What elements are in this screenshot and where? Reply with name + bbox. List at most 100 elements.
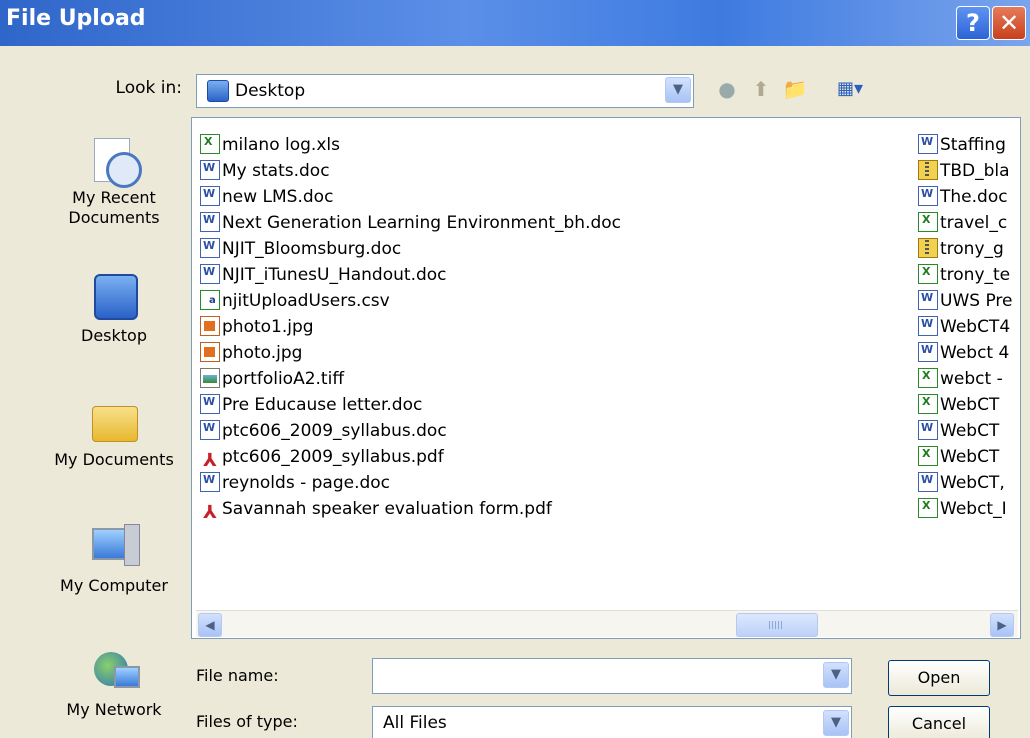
list-item[interactable]: My stats.doc [200, 158, 330, 184]
list-item[interactable]: The.doc [918, 184, 1008, 210]
look-in-label: Look in: [115, 78, 182, 98]
list-item[interactable]: portfolioA2.tiff [200, 366, 344, 392]
list-item[interactable]: WebCT4 [918, 314, 1010, 340]
zip-folder-icon [918, 160, 938, 180]
horizontal-scrollbar[interactable]: ◀ ▶ [196, 610, 1018, 637]
excel-file-icon [918, 368, 938, 388]
list-item[interactable]: Pre Educause letter.doc [200, 392, 422, 418]
place-my-recent-documents[interactable]: My Recent Documents [46, 134, 182, 228]
scroll-thumb[interactable] [736, 613, 818, 637]
list-item[interactable]: trony_te [918, 262, 1010, 288]
csv-file-icon [200, 290, 220, 310]
place-label: My Recent Documents [68, 188, 160, 227]
list-item[interactable]: milano log.xls [200, 132, 340, 158]
word-file-icon [918, 420, 938, 440]
list-item[interactable]: ptc606_2009_syllabus.doc [200, 418, 447, 444]
list-item[interactable]: WebCT, [918, 470, 1005, 496]
list-item[interactable]: webct - [918, 366, 1003, 392]
scroll-left-icon[interactable]: ◀ [198, 613, 222, 637]
zip-folder-icon [918, 238, 938, 258]
files-of-type-value: All Files [383, 713, 447, 733]
list-item[interactable]: NJIT_Bloomsburg.doc [200, 236, 401, 262]
word-file-icon [918, 472, 938, 492]
new-folder-icon[interactable]: 📁 [780, 74, 810, 104]
list-item[interactable]: ⅄ ptc606_2009_syllabus.pdf [200, 444, 444, 471]
scroll-right-icon[interactable]: ▶ [990, 613, 1014, 637]
image-file-icon [200, 342, 220, 362]
place-label: My Network [66, 700, 162, 719]
list-item[interactable]: NJIT_iTunesU_Handout.doc [200, 262, 447, 288]
list-item[interactable]: reynolds - page.doc [200, 470, 390, 496]
excel-file-icon [918, 446, 938, 466]
list-item[interactable]: new LMS.doc [200, 184, 333, 210]
desktop-icon [207, 80, 229, 102]
chevron-down-icon[interactable]: ▼ [665, 77, 691, 103]
files-of-type-select[interactable]: All Files ▼ [372, 706, 852, 738]
title-bar[interactable]: File Upload ? ✕ [0, 0, 1030, 46]
computer-icon [88, 522, 140, 572]
up-folder-icon[interactable]: ⬆ [746, 74, 776, 104]
place-label: My Computer [60, 576, 168, 595]
pdf-file-icon: ⅄ [203, 502, 217, 523]
view-menu-icon[interactable]: ▦▾ [830, 74, 870, 104]
place-my-network[interactable]: My Network [46, 646, 182, 720]
word-file-icon [918, 290, 938, 310]
list-item[interactable]: photo.jpg [200, 340, 302, 366]
list-item[interactable]: WebCT [918, 444, 999, 470]
help-button[interactable]: ? [956, 6, 990, 40]
word-file-icon [918, 134, 938, 154]
list-item[interactable]: Webct_I [918, 496, 1007, 522]
list-item[interactable]: Webct 4 [918, 340, 1009, 366]
open-button[interactable]: Open [888, 660, 990, 696]
word-file-icon [918, 186, 938, 206]
list-item[interactable]: WebCT [918, 392, 999, 418]
word-file-icon [918, 342, 938, 362]
place-my-documents[interactable]: My Documents [46, 396, 182, 470]
close-button[interactable]: ✕ [992, 6, 1026, 40]
place-my-computer[interactable]: My Computer [46, 522, 182, 596]
network-icon [88, 646, 140, 696]
file-list[interactable]: milano log.xls My stats.doc new LMS.doc … [191, 117, 1021, 639]
list-item[interactable]: travel_c [918, 210, 1007, 236]
excel-file-icon [918, 498, 938, 518]
list-item[interactable]: Staffing [918, 132, 1006, 158]
list-item[interactable]: WebCT [918, 418, 999, 444]
list-item[interactable]: trony_g [918, 236, 1004, 262]
word-file-icon [200, 186, 220, 206]
back-icon[interactable]: ● [712, 74, 742, 104]
word-file-icon [200, 394, 220, 414]
dialog-title: File Upload [6, 6, 146, 31]
word-file-icon [200, 160, 220, 180]
word-file-icon [200, 264, 220, 284]
list-item[interactable]: TBD_bla [918, 158, 1010, 184]
file-name-field[interactable]: ▼ [372, 658, 852, 694]
look-in-value: Desktop [235, 81, 306, 101]
word-file-icon [200, 472, 220, 492]
list-item[interactable]: Next Generation Learning Environment_bh.… [200, 210, 621, 236]
word-file-icon [200, 420, 220, 440]
chevron-down-icon[interactable]: ▼ [823, 662, 849, 688]
list-item[interactable]: njitUploadUsers.csv [200, 288, 390, 314]
word-file-icon [918, 316, 938, 336]
clock-icon [88, 134, 142, 188]
image-file-icon [200, 316, 220, 336]
look-in-combo[interactable]: Desktop ▼ [196, 74, 694, 108]
file-upload-dialog: File Upload ? ✕ Look in: Desktop ▼ ● ⬆ 📁… [0, 0, 1030, 738]
places-bar: My Recent Documents Desktop My Documents… [46, 112, 182, 738]
excel-file-icon [918, 212, 938, 232]
chevron-down-icon[interactable]: ▼ [823, 710, 849, 736]
folder-icon [88, 396, 140, 446]
excel-file-icon [918, 264, 938, 284]
list-item[interactable]: ⅄ Savannah speaker evaluation form.pdf [200, 496, 552, 523]
desktop-icon [88, 272, 140, 322]
pdf-file-icon: ⅄ [203, 450, 217, 471]
files-of-type-label: Files of type: [196, 712, 298, 731]
list-item[interactable]: photo1.jpg [200, 314, 314, 340]
word-file-icon [200, 238, 220, 258]
cancel-button[interactable]: Cancel [888, 706, 990, 738]
list-item[interactable]: UWS Pre [918, 288, 1012, 314]
excel-file-icon [200, 134, 220, 154]
tiff-file-icon [200, 368, 220, 388]
word-file-icon [200, 212, 220, 232]
place-desktop[interactable]: Desktop [46, 272, 182, 346]
